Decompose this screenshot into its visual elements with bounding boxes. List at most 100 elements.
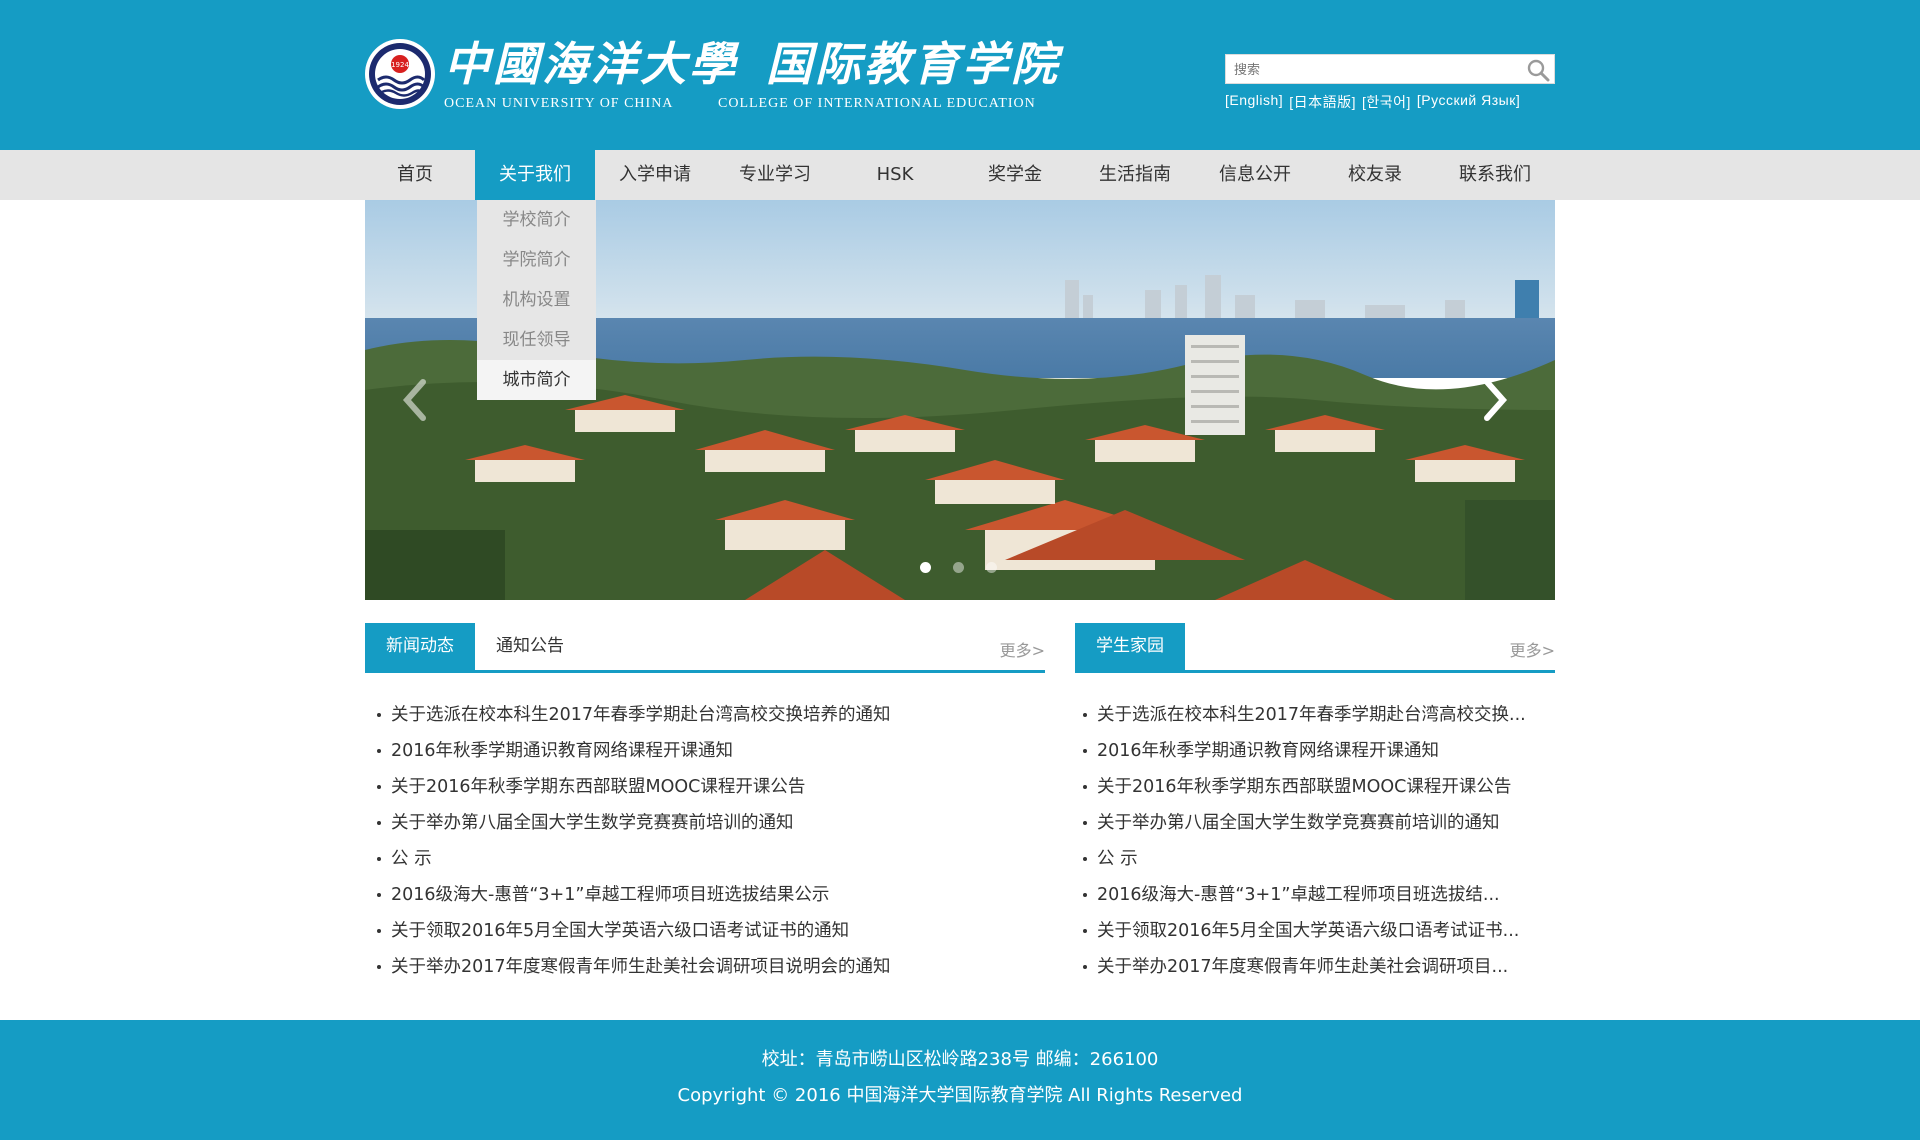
news-title: 2016年秋季学期通识教育网络课程开课通知 (1097, 741, 1440, 761)
news-title: 关于领取2016年5月全国大学英语六级口语考试证书的通知 (391, 921, 850, 941)
news-title: 公 示 (391, 849, 432, 869)
dropdown-item-leadership[interactable]: 现任领导 (477, 320, 596, 360)
list-item[interactable]: 关于举办第八届全国大学生数学竞赛赛前培训的通知 (365, 805, 1045, 841)
bullet (377, 893, 381, 897)
search-box (1225, 54, 1555, 84)
list-item[interactable]: 公 示 (365, 841, 1045, 877)
bullet (1083, 785, 1087, 789)
news-title: 2016年秋季学期通识教育网络课程开课通知 (391, 741, 734, 761)
carousel-indicators (920, 562, 997, 573)
dropdown-item-college-intro[interactable]: 学院简介 (477, 240, 596, 280)
nav-item-scholarship[interactable]: 奖学金 (955, 150, 1075, 200)
main-nav: 首页 关于我们 入学申请 专业学习 HSK 奖学金 生活指南 信息公开 校友录 … (0, 150, 1920, 200)
news-title: 关于举办第八届全国大学生数学竞赛赛前培训的通知 (391, 813, 794, 833)
student-more-link[interactable]: 更多> (1510, 637, 1555, 661)
about-dropdown-menu: 学校简介 学院简介 机构设置 现任领导 城市简介 (477, 200, 596, 400)
list-item[interactable]: 关于举办2017年度寒假青年师生赴美社会调研项目说明会的通知 (365, 949, 1045, 985)
carousel-dot[interactable] (986, 562, 997, 573)
language-links: [English] [日本語版] [한국어] [Русский Язык] (1225, 92, 1520, 112)
nav-item-home[interactable]: 首页 (355, 150, 475, 200)
carousel-dot[interactable] (953, 562, 964, 573)
carousel-dot[interactable] (920, 562, 931, 573)
list-item[interactable]: 2016级海大-惠普“3+1”卓越工程师项目班选拔结果公示 (365, 877, 1045, 913)
brand-block: 中國海洋大學 国际教育学院 OCEAN UNIVERSITY OF CHINA … (444, 38, 1060, 112)
list-item[interactable]: 关于选派在校本科生2017年春季学期赴台湾高校交换... (1075, 697, 1555, 733)
tab-news[interactable]: 新闻动态 (365, 623, 475, 670)
bullet (1083, 821, 1087, 825)
bullet (1083, 749, 1087, 753)
tab-notices[interactable]: 通知公告 (475, 623, 585, 670)
search-input[interactable] (1226, 55, 1516, 83)
bullet (1083, 893, 1087, 897)
news-more-link[interactable]: 更多> (1000, 637, 1045, 661)
dropdown-item-organization[interactable]: 机构设置 (477, 280, 596, 320)
college-name-cn: 国际教育学院 (766, 37, 1060, 91)
bullet (1083, 713, 1087, 717)
nav-item-about[interactable]: 关于我们 (475, 150, 595, 200)
bullet (1083, 929, 1087, 933)
nav-item-life-guide[interactable]: 生活指南 (1075, 150, 1195, 200)
news-panel: 新闻动态 通知公告 更多> 关于选派在校本科生2017年春季学期赴台湾高校交换培… (365, 623, 1045, 985)
university-name-en: OCEAN UNIVERSITY OF CHINA (444, 96, 674, 111)
list-item[interactable]: 2016年秋季学期通识教育网络课程开课通知 (1075, 733, 1555, 769)
news-title: 关于2016年秋季学期东西部联盟MOOC课程开课公告 (391, 777, 806, 797)
list-item[interactable]: 关于举办第八届全国大学生数学竞赛赛前培训的通知 (1075, 805, 1555, 841)
student-panel: 学生家园 更多> 关于选派在校本科生2017年春季学期赴台湾高校交换... 20… (1075, 623, 1555, 985)
news-title: 关于选派在校本科生2017年春季学期赴台湾高校交换培养的通知 (391, 705, 891, 725)
list-item[interactable]: 2016年秋季学期通识教育网络课程开课通知 (365, 733, 1045, 769)
chevron-left-icon[interactable] (395, 370, 435, 430)
lang-link-japanese[interactable]: [日本語版] (1289, 92, 1356, 112)
bullet (1083, 965, 1087, 969)
footer-copyright: Copyright © 2016 中国海洋大学国际教育学院 All Rights… (677, 1085, 1243, 1106)
search-icon[interactable] (1526, 58, 1550, 82)
list-item[interactable]: 2016级海大-惠普“3+1”卓越工程师项目班选拔结... (1075, 877, 1555, 913)
university-name-cn: 中國海洋大學 (444, 37, 738, 91)
student-tabs: 学生家园 更多> (1075, 623, 1555, 673)
chevron-right-icon[interactable] (1475, 370, 1515, 430)
news-title: 关于2016年秋季学期东西部联盟MOOC课程开课公告 (1097, 777, 1512, 797)
bullet (377, 713, 381, 717)
news-title: 关于领取2016年5月全国大学英语六级口语考试证书... (1097, 921, 1520, 941)
nav-item-admission[interactable]: 入学申请 (595, 150, 715, 200)
news-title: 关于举办2017年度寒假青年师生赴美社会调研项目说明会的通知 (391, 957, 891, 977)
news-title: 2016级海大-惠普“3+1”卓越工程师项目班选拔结... (1097, 885, 1500, 905)
lang-link-korean[interactable]: [한국어] (1362, 92, 1411, 112)
news-title: 2016级海大-惠普“3+1”卓越工程师项目班选拔结果公示 (391, 885, 830, 905)
university-seal-icon[interactable]: 1924 (364, 36, 436, 112)
dropdown-item-city-intro[interactable]: 城市简介 (477, 360, 596, 400)
footer-address: 校址：青岛市崂山区松岭路238号 邮编：266100 (761, 1049, 1159, 1070)
bullet (377, 821, 381, 825)
news-title: 关于举办2017年度寒假青年师生赴美社会调研项目... (1097, 957, 1509, 977)
nav-item-alumni[interactable]: 校友录 (1315, 150, 1435, 200)
list-item[interactable]: 公 示 (1075, 841, 1555, 877)
seal-year: 1924 (391, 61, 409, 69)
list-item[interactable]: 关于2016年秋季学期东西部联盟MOOC课程开课公告 (1075, 769, 1555, 805)
news-title: 关于举办第八届全国大学生数学竞赛赛前培训的通知 (1097, 813, 1500, 833)
news-tabs: 新闻动态 通知公告 更多> (365, 623, 1045, 673)
nav-item-study[interactable]: 专业学习 (715, 150, 835, 200)
list-item[interactable]: 关于2016年秋季学期东西部联盟MOOC课程开课公告 (365, 769, 1045, 805)
bullet (377, 749, 381, 753)
list-item[interactable]: 关于选派在校本科生2017年春季学期赴台湾高校交换培养的通知 (365, 697, 1045, 733)
nav-item-contact[interactable]: 联系我们 (1435, 150, 1555, 200)
list-item[interactable]: 关于举办2017年度寒假青年师生赴美社会调研项目... (1075, 949, 1555, 985)
news-title: 关于选派在校本科生2017年春季学期赴台湾高校交换... (1097, 705, 1526, 725)
lang-link-russian[interactable]: [Русский Язык] (1417, 92, 1520, 112)
bullet (377, 857, 381, 861)
news-list: 关于选派在校本科生2017年春季学期赴台湾高校交换培养的通知 2016年秋季学期… (365, 697, 1045, 985)
news-title: 公 示 (1097, 849, 1138, 869)
tab-student-home[interactable]: 学生家园 (1075, 623, 1185, 670)
site-footer: 校址：青岛市崂山区松岭路238号 邮编：266100 Copyright © 2… (0, 1020, 1920, 1140)
college-name-en: COLLEGE OF INTERNATIONAL EDUCATION (718, 96, 1036, 111)
bullet (377, 965, 381, 969)
nav-item-info-disclosure[interactable]: 信息公开 (1195, 150, 1315, 200)
bullet (377, 929, 381, 933)
bullet (377, 785, 381, 789)
lang-link-english[interactable]: [English] (1225, 92, 1283, 112)
list-item[interactable]: 关于领取2016年5月全国大学英语六级口语考试证书的通知 (365, 913, 1045, 949)
student-list: 关于选派在校本科生2017年春季学期赴台湾高校交换... 2016年秋季学期通识… (1075, 697, 1555, 985)
nav-item-hsk[interactable]: HSK (835, 150, 955, 200)
bullet (1083, 857, 1087, 861)
list-item[interactable]: 关于领取2016年5月全国大学英语六级口语考试证书... (1075, 913, 1555, 949)
dropdown-item-school-intro[interactable]: 学校简介 (477, 200, 596, 240)
